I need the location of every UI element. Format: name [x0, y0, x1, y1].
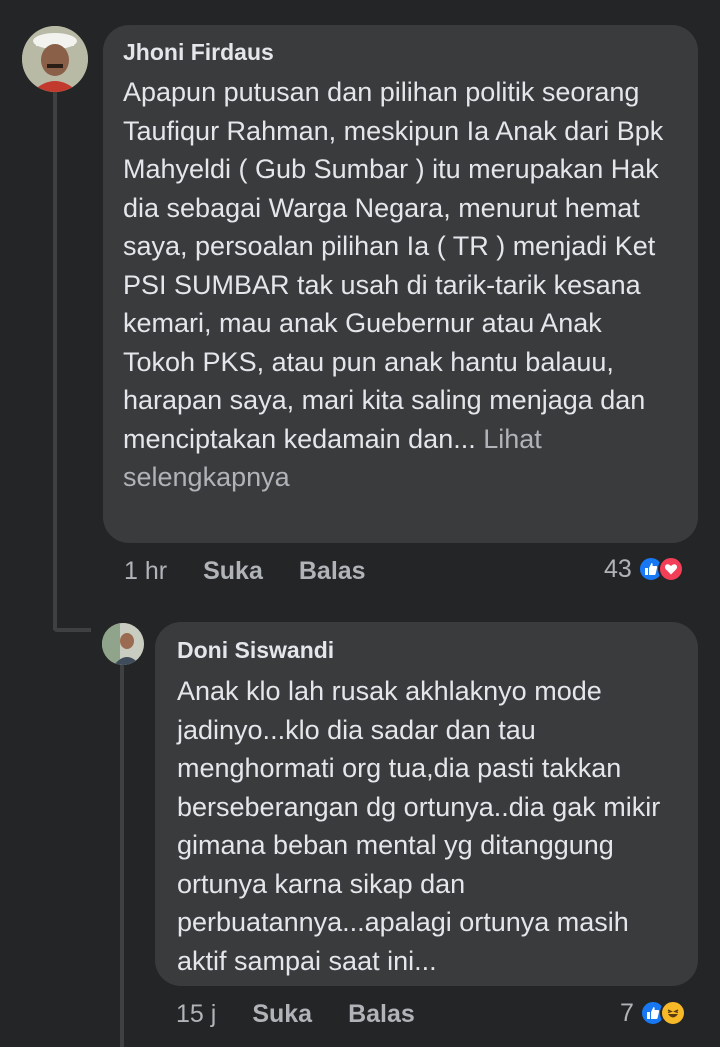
love-icon [657, 556, 684, 582]
reply-bubble: Doni Siswandi Anak klo lah rusak akhlakn… [155, 622, 698, 986]
thread-line-reply [120, 664, 124, 1047]
avatar-photo-icon [22, 26, 88, 92]
comment-timestamp[interactable]: 1 hr [124, 557, 167, 586]
thread-line-branch [53, 628, 91, 632]
reply-actions: 15 j Suka Balas [176, 999, 415, 1029]
comment-body: Apapun putusan dan pilihan politik seora… [123, 77, 664, 454]
avatar[interactable] [22, 26, 88, 92]
reaction-count: 43 [604, 554, 632, 583]
reply-avatar-photo-icon [102, 623, 144, 665]
reply-author[interactable]: Doni Siswandi [177, 635, 676, 665]
comment-reactions[interactable]: 43 [604, 554, 684, 584]
reply-button[interactable]: Balas [299, 557, 366, 586]
reply-reactions[interactable]: 7 [620, 998, 686, 1028]
comment-actions: 1 hr Suka Balas [124, 556, 366, 586]
reply-like-button[interactable]: Suka [252, 1000, 312, 1029]
reply-reply-button[interactable]: Balas [348, 1000, 415, 1029]
comment-bubble: Jhoni Firdaus Apapun putusan dan pilihan… [103, 25, 698, 543]
reply-avatar[interactable] [102, 623, 144, 665]
comment-text: Apapun putusan dan pilihan politik seora… [123, 73, 678, 497]
haha-icon [659, 1000, 686, 1026]
reply-reaction-count: 7 [620, 998, 634, 1027]
thread-line-main [53, 92, 57, 630]
reply-timestamp[interactable]: 15 j [176, 1000, 216, 1029]
reply-text: Anak klo lah rusak akhlaknyo mode jadiny… [177, 676, 661, 976]
comment-author[interactable]: Jhoni Firdaus [123, 37, 678, 67]
like-button[interactable]: Suka [203, 557, 263, 586]
